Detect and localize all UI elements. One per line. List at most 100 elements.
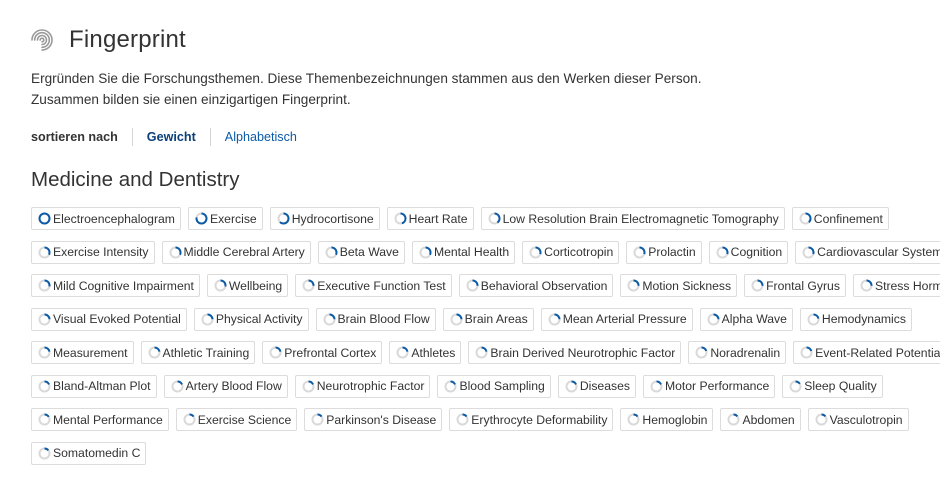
weight-ring-icon xyxy=(38,447,51,459)
concept-chip[interactable]: Noradrenalin xyxy=(688,341,787,364)
weight-ring-icon xyxy=(195,212,208,225)
concept-chip[interactable]: Exercise Intensity xyxy=(31,240,155,264)
concept-chip[interactable]: Mental Health xyxy=(411,240,516,264)
concept-chip[interactable]: Vasculotropin xyxy=(807,408,909,431)
concept-chip[interactable]: Athletic Training xyxy=(140,341,256,364)
concept-chip[interactable]: Confinement xyxy=(791,207,889,230)
concept-chip[interactable]: Cognition xyxy=(708,240,789,264)
chip-row: Measurement Athletic Training Prefrontal… xyxy=(31,341,940,364)
concept-chip[interactable]: Wellbeing xyxy=(206,274,289,297)
fingerprint-page: Fingerprint Ergründen Sie die Forschungs… xyxy=(0,0,940,484)
weight-ring-icon xyxy=(277,212,290,225)
concept-chip[interactable]: Frontal Gyrus xyxy=(744,274,846,297)
concept-chip-label: Event-Related Potential xyxy=(815,345,940,360)
concept-chip[interactable]: Sleep Quality xyxy=(782,374,883,398)
concept-chip[interactable]: Event-Related Potential xyxy=(793,341,940,364)
concept-chip[interactable]: Stress Hormone xyxy=(852,274,940,297)
concept-chip[interactable]: Mild Cognitive Impairment xyxy=(31,274,200,297)
concept-chip[interactable]: Executive Function Test xyxy=(295,274,452,297)
weight-ring-icon xyxy=(201,313,214,325)
weight-ring-icon xyxy=(38,279,51,292)
weight-ring-icon xyxy=(38,413,51,426)
concept-chip-label: Erythrocyte Deformability xyxy=(471,412,608,427)
concept-chip-label: Neurotrophic Factor xyxy=(316,379,425,393)
concept-chip[interactable]: Exercise Science xyxy=(175,408,298,431)
concept-chip[interactable]: Erythrocyte Deformability xyxy=(449,408,614,431)
concept-chip[interactable]: Neurotrophic Factor xyxy=(294,374,431,398)
concept-chip[interactable]: Behavioral Observation xyxy=(458,274,614,297)
concept-chip[interactable]: Brain Areas xyxy=(442,307,534,331)
concept-chip-label: Bland-Altman Plot xyxy=(53,379,151,393)
sort-option-weight[interactable]: Gewicht xyxy=(147,130,196,144)
weight-ring-icon xyxy=(800,346,813,359)
concept-chip-label: Blood Sampling xyxy=(459,379,545,393)
concept-chip-label: Heart Rate xyxy=(408,211,468,226)
concept-chip[interactable]: Bland-Altman Plot xyxy=(31,374,157,398)
concept-chip[interactable]: Parkinson's Disease xyxy=(304,408,443,431)
concept-chip[interactable]: Motor Performance xyxy=(642,374,776,398)
weight-ring-icon xyxy=(323,313,336,325)
concept-chip[interactable]: Diseases xyxy=(557,374,636,398)
concept-chip[interactable]: Hemoglobin xyxy=(620,408,714,431)
concept-chip[interactable]: Cardiovascular System xyxy=(795,240,940,264)
section-header: Fingerprint xyxy=(30,26,186,54)
concept-chip-label: Hemoglobin xyxy=(642,412,708,427)
concept-chip[interactable]: Exercise xyxy=(187,207,263,230)
concept-chip-label: Corticotropin xyxy=(544,245,614,259)
concept-chip[interactable]: Athletes xyxy=(389,341,462,364)
concept-chip[interactable]: Prolactin xyxy=(626,240,702,264)
chip-row: Mental Performance Exercise Science Park… xyxy=(31,408,911,431)
weight-ring-icon xyxy=(456,413,469,426)
weight-ring-icon xyxy=(695,346,708,359)
concept-chip[interactable]: Artery Blood Flow xyxy=(163,374,288,398)
concept-chip[interactable]: Alpha Wave xyxy=(699,307,793,331)
concept-chip[interactable]: Electroencephalogram xyxy=(31,207,181,230)
concept-chip[interactable]: Brain Derived Neurotrophic Factor xyxy=(468,341,682,364)
concept-chip[interactable]: Brain Blood Flow xyxy=(315,307,436,331)
concept-chip-label: Behavioral Observation xyxy=(480,278,608,293)
concept-chip[interactable]: Hemodynamics xyxy=(799,307,912,331)
concept-chip-label: Mild Cognitive Impairment xyxy=(53,278,194,293)
concept-chip-label: Brain Areas xyxy=(464,312,528,326)
concept-chip[interactable]: Physical Activity xyxy=(193,307,309,331)
concept-chip-label: Diseases xyxy=(579,379,630,393)
description-line-2: Zusammen bilden sie einen einzigartigen … xyxy=(31,92,351,107)
concept-chip[interactable]: Prefrontal Cortex xyxy=(262,341,383,364)
weight-ring-icon xyxy=(802,246,815,258)
weight-ring-icon xyxy=(38,313,51,325)
weight-ring-icon xyxy=(38,212,51,225)
weight-ring-icon xyxy=(650,380,663,392)
weight-ring-icon xyxy=(627,413,640,426)
concept-chip[interactable]: Motion Sickness xyxy=(620,274,738,297)
weight-ring-icon xyxy=(860,279,873,292)
weight-ring-icon xyxy=(707,313,720,325)
concept-chip[interactable]: Corticotropin xyxy=(522,240,620,264)
weight-ring-icon xyxy=(183,413,196,426)
concept-chip[interactable]: Somatomedin C xyxy=(31,441,147,465)
concept-chip[interactable]: Blood Sampling xyxy=(437,374,551,398)
chip-row: Mild Cognitive Impairment Wellbeing Exec… xyxy=(31,274,940,297)
weight-ring-icon xyxy=(475,346,488,359)
concept-chip-label: Cardiovascular System xyxy=(817,245,940,259)
concept-chip[interactable]: Abdomen xyxy=(720,408,801,431)
concept-chip[interactable]: Heart Rate xyxy=(386,207,474,230)
concept-chip-label: Electroencephalogram xyxy=(53,211,175,226)
weight-ring-icon xyxy=(394,212,407,225)
sort-option-alphabetical[interactable]: Alphabetisch xyxy=(225,130,297,144)
concept-chip[interactable]: Mean Arterial Pressure xyxy=(540,307,693,331)
concept-chip-label: Parkinson's Disease xyxy=(326,412,437,427)
concept-chip-label: Beta Wave xyxy=(339,245,399,259)
chip-row: Somatomedin C xyxy=(31,441,911,465)
concept-chip[interactable]: Middle Cerebral Artery xyxy=(161,240,311,264)
concept-chip[interactable]: Visual Evoked Potential xyxy=(31,307,187,331)
concept-chip-label: Wellbeing xyxy=(228,278,283,293)
concept-chip-label: Athletic Training xyxy=(162,345,250,360)
concept-chip[interactable]: Beta Wave xyxy=(317,240,405,264)
concept-chip[interactable]: Hydrocortisone xyxy=(269,207,380,230)
concept-chip-label: Hemodynamics xyxy=(821,312,906,326)
concept-chip[interactable]: Measurement xyxy=(31,341,134,364)
concept-chip-label: Somatomedin C xyxy=(53,446,141,460)
concept-chip-label: Artery Blood Flow xyxy=(185,379,282,393)
concept-chip[interactable]: Mental Performance xyxy=(31,408,169,431)
concept-chip[interactable]: Low Resolution Brain Electromagnetic Tom… xyxy=(480,207,785,230)
